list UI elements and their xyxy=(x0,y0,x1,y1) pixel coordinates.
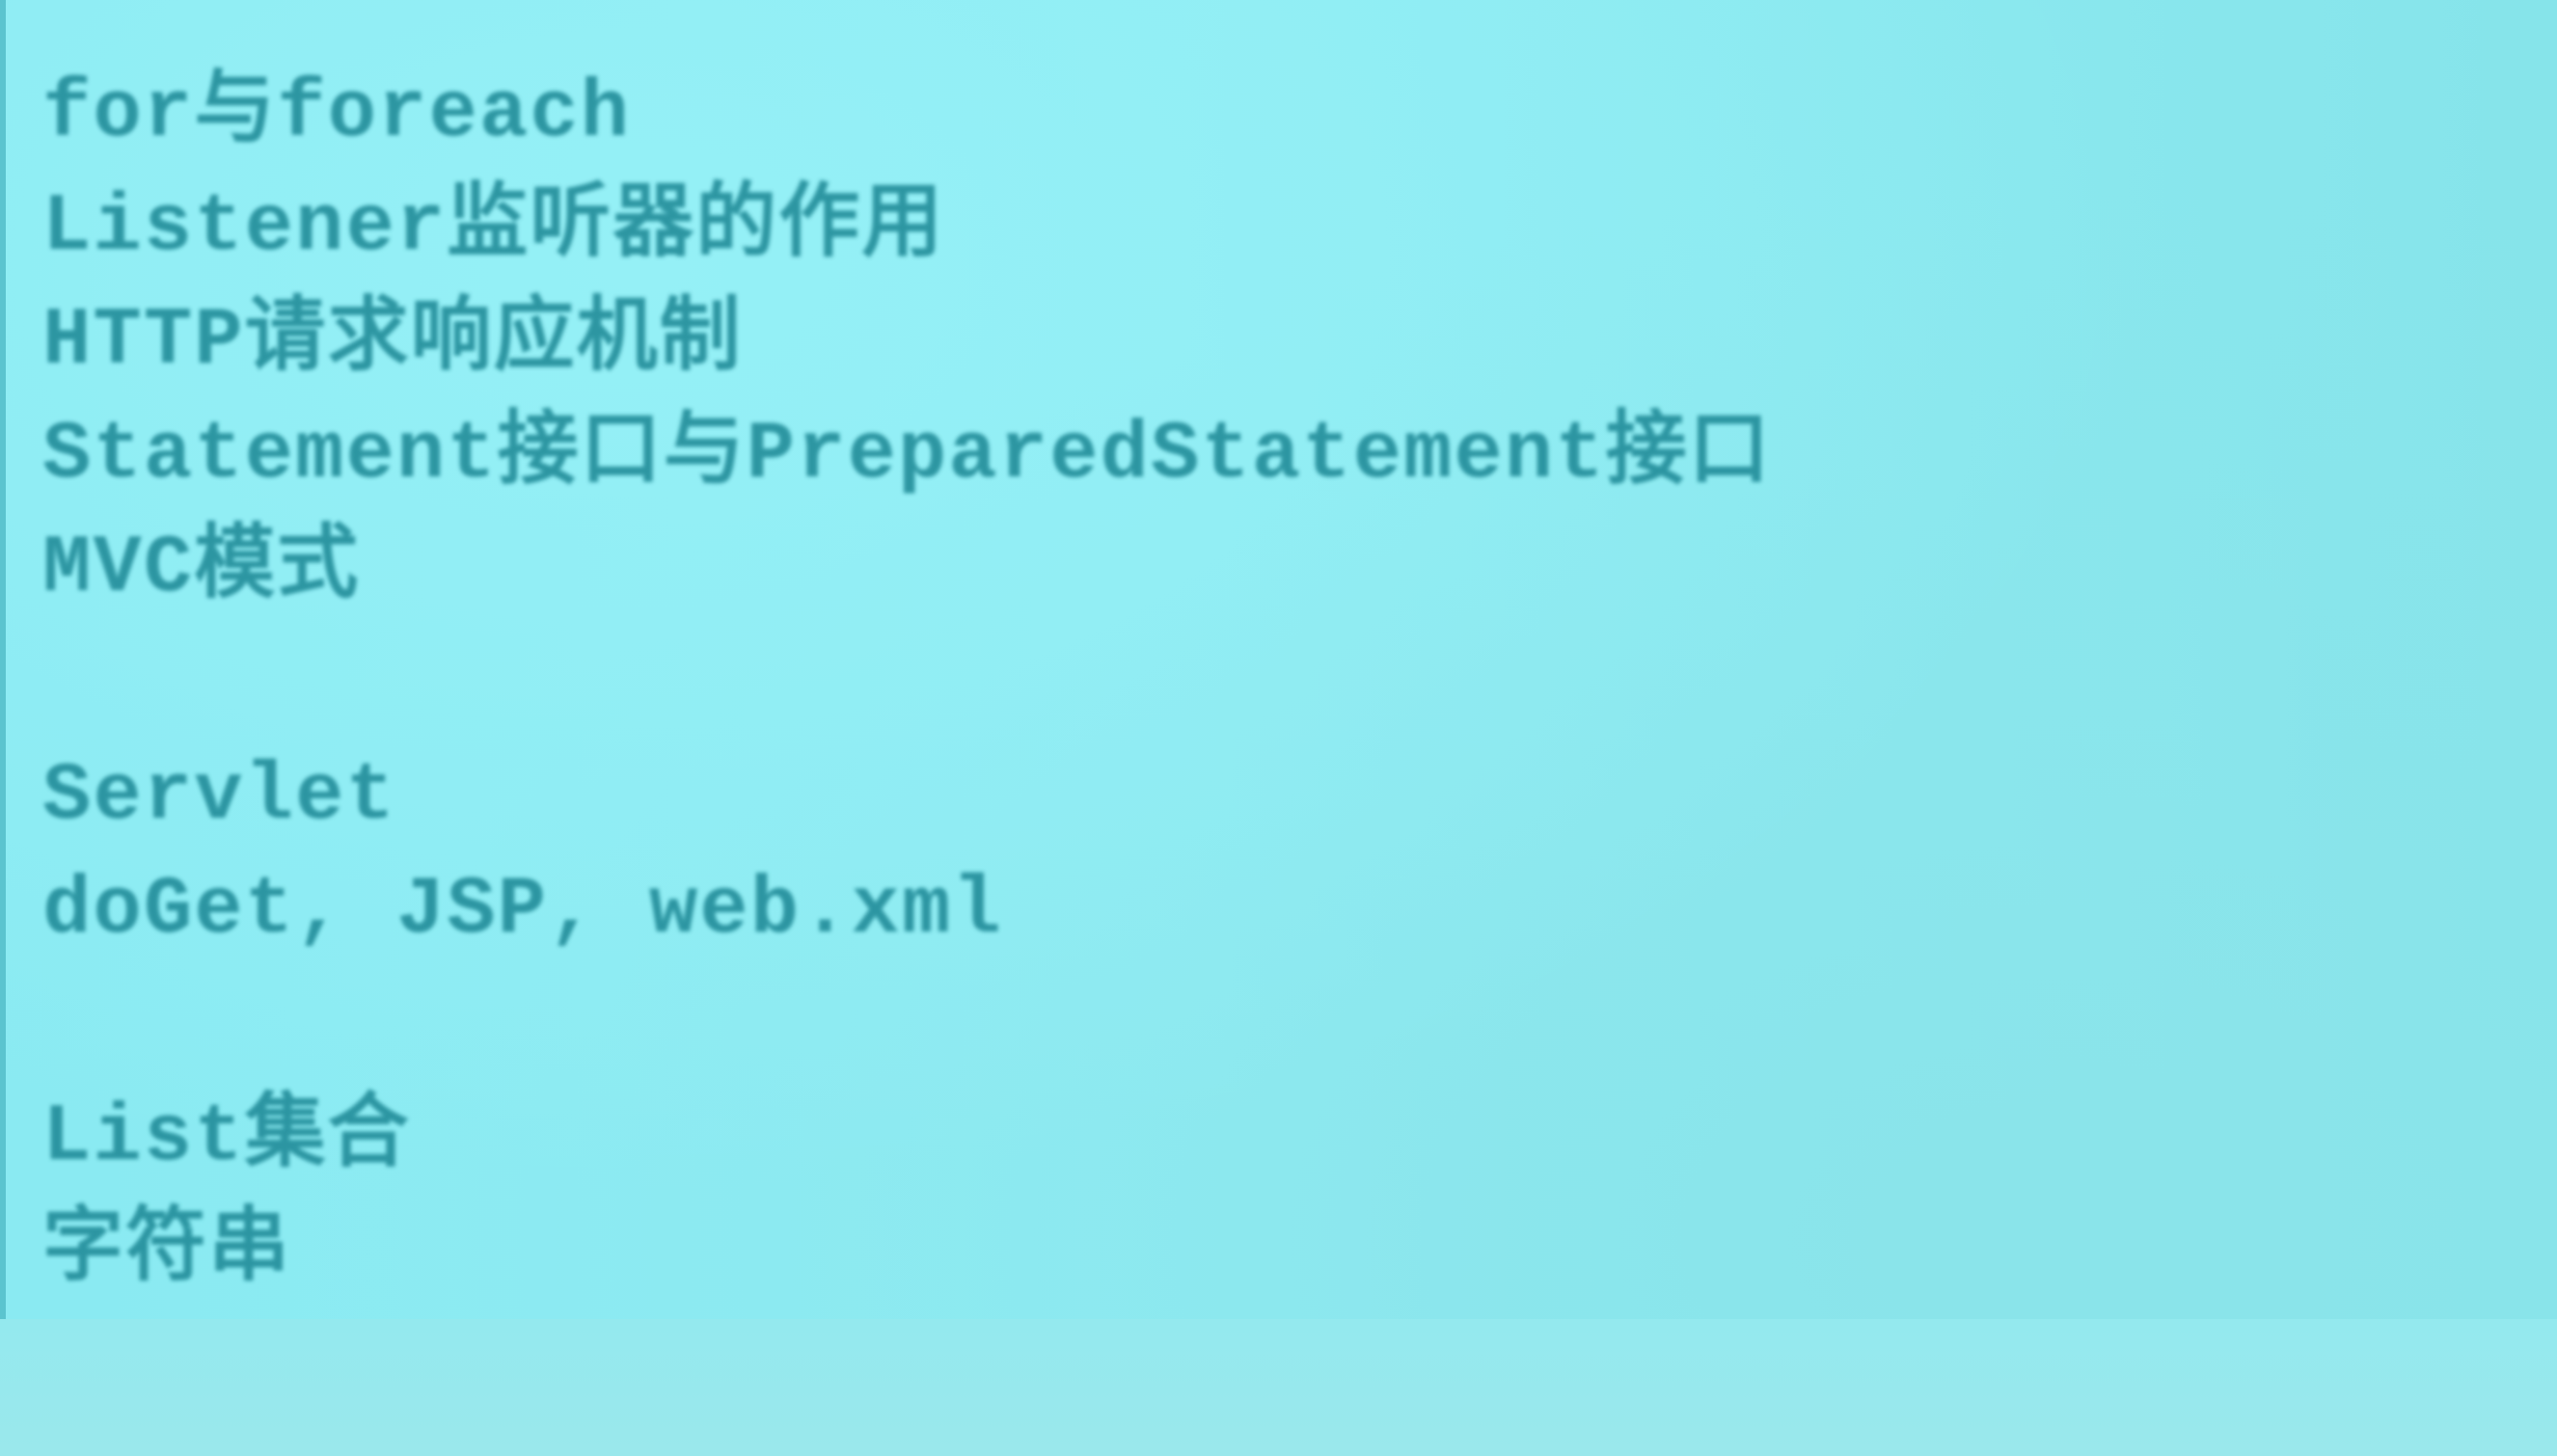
text-line-4: Statement接口与PreparedStatement接口 xyxy=(42,410,1772,501)
text-line-6: Servlet xyxy=(42,751,396,843)
text-line-1: for与foreach xyxy=(42,68,632,160)
text-line-8: List集合 xyxy=(42,1092,411,1184)
text-line-2: Listener监听器的作用 xyxy=(42,182,945,274)
projected-screen: for与foreach Listener监听器的作用 HTTP请求响应机制 St… xyxy=(0,0,2557,1456)
blank-line-2 xyxy=(42,968,2512,1082)
bottom-screen-band xyxy=(0,1319,2557,1456)
text-line-9: 字符串 xyxy=(42,1206,292,1298)
blank-line-1 xyxy=(42,627,2512,741)
text-line-7: doGet, JSP, web.xml xyxy=(42,865,1003,957)
screen-left-edge xyxy=(0,0,6,1456)
text-line-3: HTTP请求响应机制 xyxy=(42,296,743,388)
text-line-5: MVC模式 xyxy=(42,524,361,615)
text-editor-area[interactable]: for与foreach Listener监听器的作用 HTTP请求响应机制 St… xyxy=(42,58,2512,1309)
